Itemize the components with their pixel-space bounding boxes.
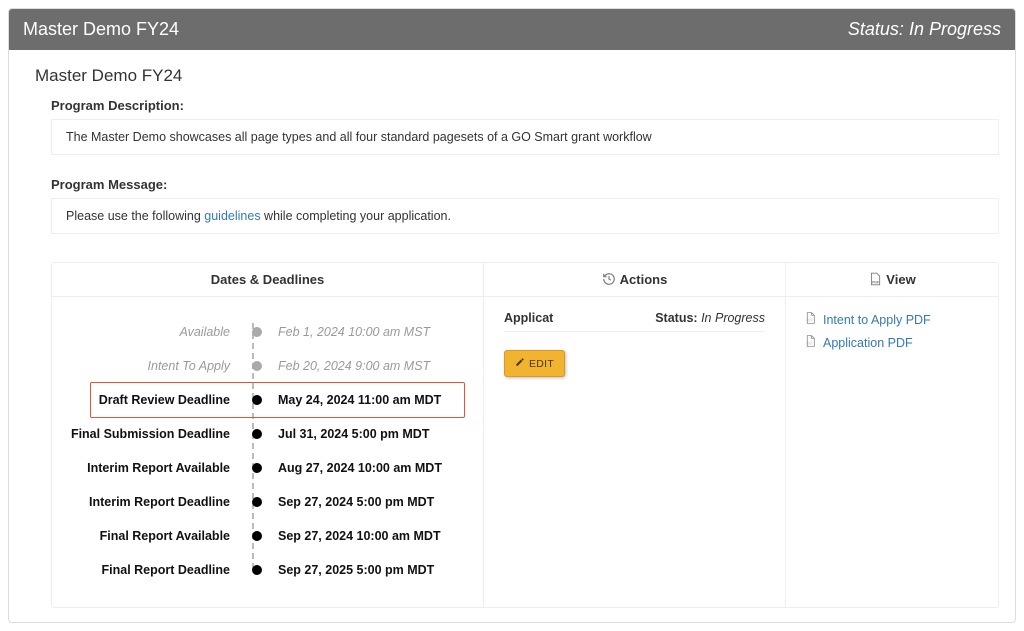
pdf-link-label: Intent to Apply PDF — [823, 313, 931, 327]
timeline-dot-icon — [252, 429, 262, 439]
timeline-dot-icon — [252, 327, 262, 337]
body-area: Master Demo FY24 Program Description: Th… — [9, 50, 1015, 622]
view-column-header: PDF View — [786, 263, 998, 297]
timeline-dot-icon — [252, 361, 262, 371]
timeline-date: Sep 27, 2024 10:00 am MDT — [278, 529, 441, 543]
topbar-status-value: In Progress — [909, 19, 1001, 39]
svg-text:PDF: PDF — [872, 281, 880, 285]
timeline-dot-icon — [252, 395, 262, 405]
actions-column-header: Actions — [484, 263, 785, 297]
topbar: Master Demo FY24 Status: In Progress — [9, 9, 1015, 50]
pdf-link-label: Application PDF — [823, 336, 913, 350]
topbar-status-label: Status: — [848, 19, 904, 39]
timeline-label: Final Submission Deadline — [62, 427, 240, 441]
dates-column-header: Dates & Deadlines — [52, 263, 483, 297]
timeline-label: Final Report Deadline — [62, 563, 240, 577]
pdf-file-icon — [804, 334, 817, 351]
page-title: Master Demo FY24 — [35, 66, 999, 86]
history-icon — [602, 272, 616, 286]
actions-status-value: In Progress — [701, 311, 765, 325]
timeline-label: Draft Review Deadline — [62, 393, 240, 407]
timeline: Available Feb 1, 2024 10:00 am MST Intent … — [52, 297, 483, 591]
timeline-row: Available Feb 1, 2024 10:00 am MST — [62, 315, 473, 349]
program-description-text: The Master Demo showcases all page types… — [66, 130, 652, 144]
timeline-label: Final Report Available — [62, 529, 240, 543]
timeline-dot-icon — [252, 463, 262, 473]
program-message-label: Program Message: — [51, 177, 999, 192]
actions-body: Application Status: In Progress EDIT — [484, 297, 785, 391]
pdf-link[interactable]: Application PDF — [804, 334, 980, 351]
actions-status: Status: In Progress — [655, 311, 765, 325]
timeline-row: Final Report Deadline Sep 27, 2025 5:00 p… — [62, 553, 473, 587]
page-container: Master Demo FY24 Status: In Progress Mas… — [8, 8, 1016, 623]
timeline-label: Interim Report Available — [62, 461, 240, 475]
view-header-text: View — [886, 272, 915, 287]
timeline-dot-icon — [252, 497, 262, 507]
dates-column: Dates & Deadlines Available Feb 1, 2024 1… — [52, 263, 484, 607]
view-column: PDF View Intent to Apply PDF Application … — [786, 263, 998, 607]
timeline-dot-icon — [252, 565, 262, 575]
timeline-row: Draft Review Deadline May 24, 2024 11:00 … — [62, 383, 473, 417]
program-description-label: Program Description: — [51, 98, 999, 113]
view-body: Intent to Apply PDF Application PDF — [786, 297, 998, 371]
pencil-icon — [515, 357, 525, 370]
pdf-link[interactable]: Intent to Apply PDF — [804, 311, 980, 328]
timeline-date: Sep 27, 2024 5:00 pm MDT — [278, 495, 434, 509]
program-message-box: Please use the following guidelines whil… — [51, 198, 999, 234]
program-message-prefix: Please use the following — [66, 209, 204, 223]
timeline-date: Feb 20, 2024 9:00 am MST — [278, 359, 430, 373]
edit-button-label: EDIT — [529, 358, 554, 370]
program-description-box: The Master Demo showcases all page types… — [51, 119, 999, 155]
timeline-label: Interim Report Deadline — [62, 495, 240, 509]
timeline-date: Aug 27, 2024 10:00 am MDT — [278, 461, 442, 475]
timeline-row: Intent To Apply Feb 20, 2024 9:00 am MST — [62, 349, 473, 383]
timeline-label: Available — [62, 325, 240, 339]
pdf-header-icon: PDF — [868, 272, 882, 286]
actions-status-row: Application Status: In Progress — [504, 311, 765, 332]
topbar-title: Master Demo FY24 — [23, 19, 179, 40]
timeline-row: Interim Report Deadline Sep 27, 2024 5:00… — [62, 485, 473, 519]
timeline-date: Sep 27, 2025 5:00 pm MDT — [278, 563, 434, 577]
timeline-row: Final Submission Deadline Jul 31, 2024 5:… — [62, 417, 473, 451]
timeline-dot-icon — [252, 531, 262, 541]
timeline-label: Intent To Apply — [62, 359, 240, 373]
pdf-file-icon — [804, 311, 817, 328]
program-message-suffix: while completing your application. — [261, 209, 451, 223]
actions-column: Actions Application Status: In Progress — [484, 263, 786, 607]
guidelines-link[interactable]: guidelines — [204, 209, 260, 223]
timeline-date: Feb 1, 2024 10:00 am MST — [278, 325, 430, 339]
timeline-row: Interim Report Available Aug 27, 2024 10:… — [62, 451, 473, 485]
timeline-date: Jul 31, 2024 5:00 pm MDT — [278, 427, 429, 441]
actions-app-label: Application — [504, 311, 554, 325]
actions-header-text: Actions — [620, 272, 668, 287]
edit-button[interactable]: EDIT — [504, 350, 565, 377]
timeline-row: Final Report Available Sep 27, 2024 10:00… — [62, 519, 473, 553]
three-column-panel: Dates & Deadlines Available Feb 1, 2024 1… — [51, 262, 999, 608]
actions-status-label: Status: — [655, 311, 697, 325]
topbar-status: Status: In Progress — [848, 19, 1001, 40]
timeline-date: May 24, 2024 11:00 am MDT — [278, 393, 441, 407]
